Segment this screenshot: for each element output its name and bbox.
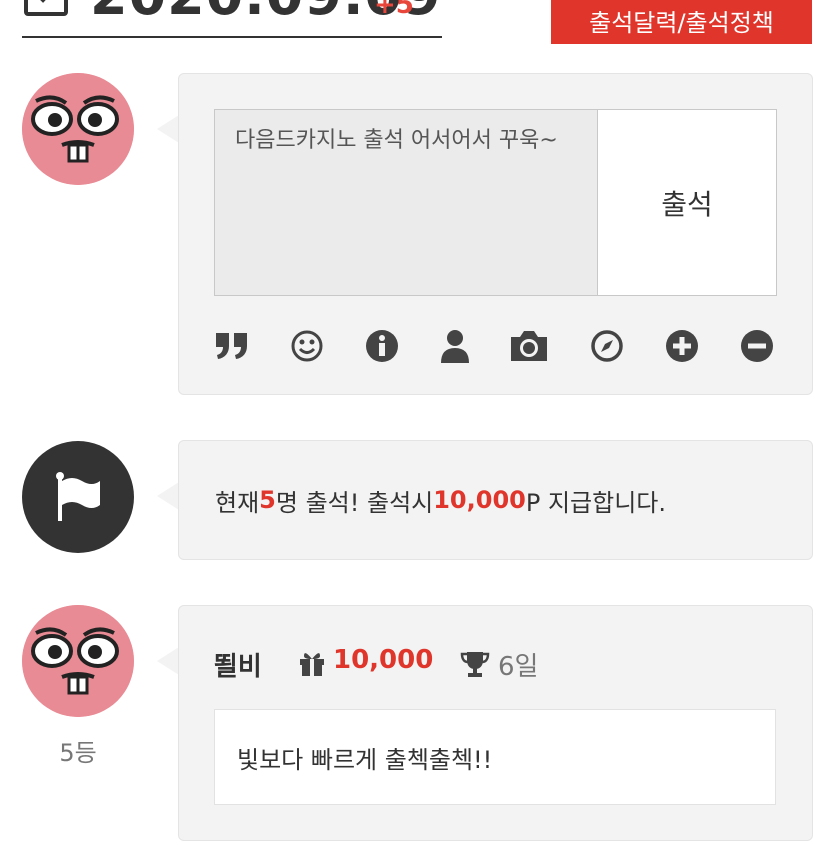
plus-circle-icon[interactable] [662, 326, 702, 366]
rank-label: 5등 [59, 739, 97, 767]
card-pointer [157, 482, 179, 510]
notice-suffix: P 지급합니다. [525, 488, 666, 517]
attendance-notice: 현재 5명 출석! 출석시 10,000 P 지급합니다. [178, 440, 813, 560]
comment-author[interactable]: 뙬비 [214, 646, 262, 683]
camera-icon[interactable] [509, 326, 549, 366]
notice-count: 5 [259, 486, 276, 514]
avatar [22, 605, 134, 717]
trophy-icon [460, 651, 490, 681]
compass-icon[interactable] [587, 326, 627, 366]
notice-points: 10,000 [433, 486, 526, 514]
pink-face-icon [22, 73, 134, 185]
user-icon[interactable] [435, 326, 475, 366]
comment-days: 6일 [498, 652, 539, 682]
calendar-policy-button[interactable]: 출석달력/출석정책 [551, 0, 812, 44]
gift-icon [298, 651, 326, 681]
minus-circle-icon[interactable] [737, 326, 777, 366]
smiley-icon[interactable] [287, 326, 327, 366]
notice-avatar [22, 441, 134, 553]
avatar [22, 73, 134, 185]
quote-icon[interactable] [212, 326, 252, 366]
comment-body: 빛보다 빠르게 출첵출첵!! [214, 709, 776, 805]
attend-submit-button[interactable]: 출석 [597, 109, 777, 296]
attendance-count-badge: +5 [374, 0, 414, 20]
comment-points: 10,000 [333, 645, 434, 675]
notice-prefix: 현재 [215, 488, 260, 517]
comment-textarea[interactable]: 다음드카지노 출석 어서어서 꾸욱~ [214, 109, 598, 296]
card-pointer [157, 115, 179, 143]
calendar-check-icon [24, 0, 68, 16]
info-icon[interactable] [362, 326, 402, 366]
flag-icon [56, 472, 100, 521]
card-pointer [157, 647, 179, 675]
pink-face-icon [22, 605, 134, 717]
notice-middle: 명 출석! 출석시 [275, 488, 434, 517]
